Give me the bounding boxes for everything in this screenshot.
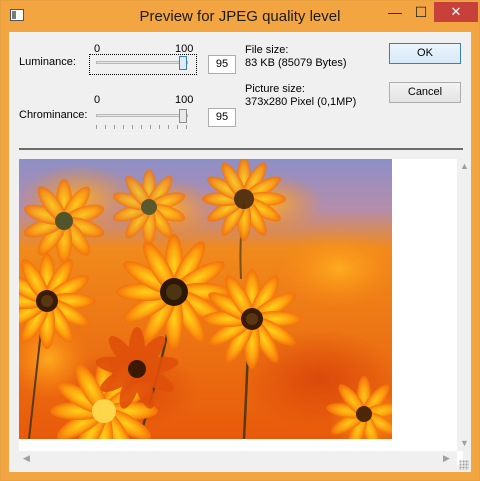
luminance-label: Luminance: <box>19 56 76 68</box>
chrominance-slider-thumb[interactable] <box>179 109 188 123</box>
preview-image <box>19 159 392 439</box>
preview-horizontal-scrollbar[interactable]: ◀ ▶ <box>19 451 457 465</box>
close-button[interactable]: ✕ <box>434 2 478 22</box>
title-bar[interactable]: Preview for JPEG quality level — ☐ ✕ <box>1 1 479 32</box>
chrominance-slider-ticks <box>96 125 188 130</box>
slider-tick <box>132 125 133 129</box>
separator <box>19 148 463 150</box>
picture-size-label: Picture size: <box>245 83 305 95</box>
slider-tick <box>150 125 151 129</box>
preview-vertical-scrollbar[interactable]: ▲ ▼ <box>457 159 471 451</box>
chevron-up-icon[interactable]: ▲ <box>460 161 469 171</box>
chrominance-value-input[interactable]: 95 <box>208 108 236 127</box>
minimize-button[interactable]: — <box>382 2 408 22</box>
slider-tick <box>105 125 106 129</box>
file-size-label: File size: <box>245 44 289 56</box>
chrominance-slider[interactable] <box>96 114 188 117</box>
luminance-value-input[interactable]: 95 <box>208 55 236 74</box>
chevron-left-icon[interactable]: ◀ <box>23 453 30 464</box>
picture-size-value: 373x280 Pixel (0,1MP) <box>245 96 357 108</box>
slider-tick <box>159 125 160 129</box>
jpeg-preview-window: Preview for JPEG quality level — ☐ ✕ Lum… <box>0 0 480 481</box>
luminance-slider[interactable] <box>96 61 188 64</box>
luminance-slider-thumb[interactable] <box>179 56 188 70</box>
slider-tick <box>168 125 169 129</box>
slider-tick <box>114 125 115 129</box>
chevron-down-icon[interactable]: ▼ <box>460 438 469 448</box>
ok-button[interactable]: OK <box>389 43 461 64</box>
maximize-button[interactable]: ☐ <box>408 2 434 22</box>
chrominance-min-label: 0 <box>94 94 101 106</box>
chevron-right-icon[interactable]: ▶ <box>443 453 450 464</box>
chrominance-max-label: 100 <box>175 94 194 106</box>
cancel-button[interactable]: Cancel <box>389 82 461 103</box>
slider-tick <box>186 125 187 129</box>
slider-tick <box>141 125 142 129</box>
dialog-body: Luminance: 0 100 95 Chrominance: 0 100 9… <box>9 32 471 472</box>
preview-pane[interactable] <box>19 159 463 465</box>
file-size-value: 83 KB (85079 Bytes) <box>245 57 347 69</box>
slider-tick <box>177 125 178 129</box>
slider-tick <box>96 125 97 129</box>
resize-grip-icon[interactable] <box>459 460 469 470</box>
chrominance-label: Chrominance: <box>19 109 88 121</box>
slider-tick <box>123 125 124 129</box>
